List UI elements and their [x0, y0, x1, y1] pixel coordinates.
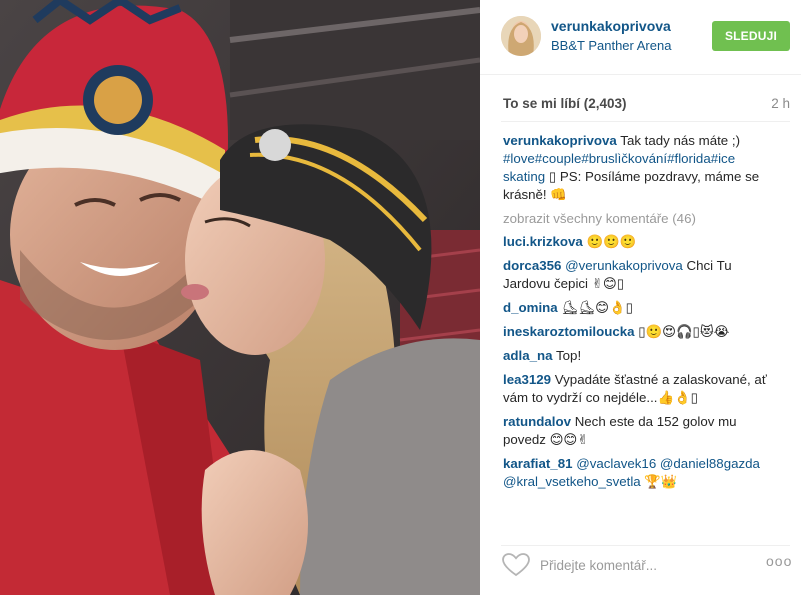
- post-photo[interactable]: [0, 0, 480, 595]
- comment-username[interactable]: luci.krizkova: [503, 234, 583, 249]
- comment-item: karafiat_81 @vaclavek16 @daniel88gazda @…: [503, 455, 778, 491]
- comment-username[interactable]: lea3129: [503, 372, 551, 387]
- post-username[interactable]: verunkakoprivova: [551, 18, 671, 34]
- comment-username[interactable]: d_omina: [503, 300, 558, 315]
- avatar[interactable]: [501, 16, 541, 56]
- comment-item: luci.krizkova 🙂🙂🙂: [503, 233, 778, 251]
- comment-text: 🙂🙂🙂: [586, 234, 637, 249]
- post-time: 2 h: [771, 96, 790, 111]
- comment-mention[interactable]: @verunkakoprivova: [565, 258, 683, 273]
- more-options-icon[interactable]: ooo: [766, 553, 792, 569]
- comment-username[interactable]: adla_na: [503, 348, 553, 363]
- caption-text: Tak tady nás máte ;): [620, 133, 741, 148]
- comment-username[interactable]: ratundalov: [503, 414, 571, 429]
- post-header: verunkakoprivova BB&T Panther Arena SLED…: [480, 0, 801, 75]
- heart-icon: [502, 553, 530, 577]
- comment-text: 🏆👑: [644, 474, 678, 489]
- divider: [501, 121, 790, 122]
- comment-item: dorca356 @verunkakoprivova Chci Tu Jardo…: [503, 257, 778, 293]
- comment-username[interactable]: dorca356: [503, 258, 561, 273]
- comment-text: ⛸⛸😊👌▯: [561, 300, 633, 315]
- like-button[interactable]: [502, 553, 530, 577]
- comment-item: ratundalov Nech este da 152 golov mu pov…: [503, 413, 778, 449]
- couple-selfie-image: [0, 0, 480, 595]
- comment-username[interactable]: ineskaroztomiloucka: [503, 324, 635, 339]
- avatar-image: [501, 16, 541, 56]
- comment-text: Top!: [556, 348, 582, 363]
- comment-item: lea3129 Vypadáte šťastné a zalaskované, …: [503, 371, 778, 407]
- view-all-comments-link[interactable]: zobrazit všechny komentáře (46): [503, 210, 778, 228]
- comment-text: ▯🙂😍🎧▯😻😭: [638, 324, 730, 339]
- caption: verunkakoprivova Tak tady nás máte ;) #l…: [503, 132, 778, 204]
- comment-item: adla_na Top!: [503, 347, 778, 365]
- likes-count[interactable]: To se mi líbí (2,403): [503, 96, 627, 111]
- comment-username[interactable]: karafiat_81: [503, 456, 573, 471]
- comment-item: ineskaroztomiloucka ▯🙂😍🎧▯😻😭: [503, 323, 778, 341]
- comments-list: verunkakoprivova Tak tady nás máte ;) #l…: [503, 132, 778, 527]
- post-details-panel: verunkakoprivova BB&T Panther Arena SLED…: [480, 0, 801, 595]
- divider: [501, 545, 790, 546]
- post-location[interactable]: BB&T Panther Arena: [551, 38, 671, 53]
- comment-input[interactable]: [540, 554, 730, 576]
- comment-item: d_omina ⛸⛸😊👌▯: [503, 299, 778, 317]
- follow-button[interactable]: SLEDUJI: [712, 21, 790, 51]
- caption-username[interactable]: verunkakoprivova: [503, 133, 617, 148]
